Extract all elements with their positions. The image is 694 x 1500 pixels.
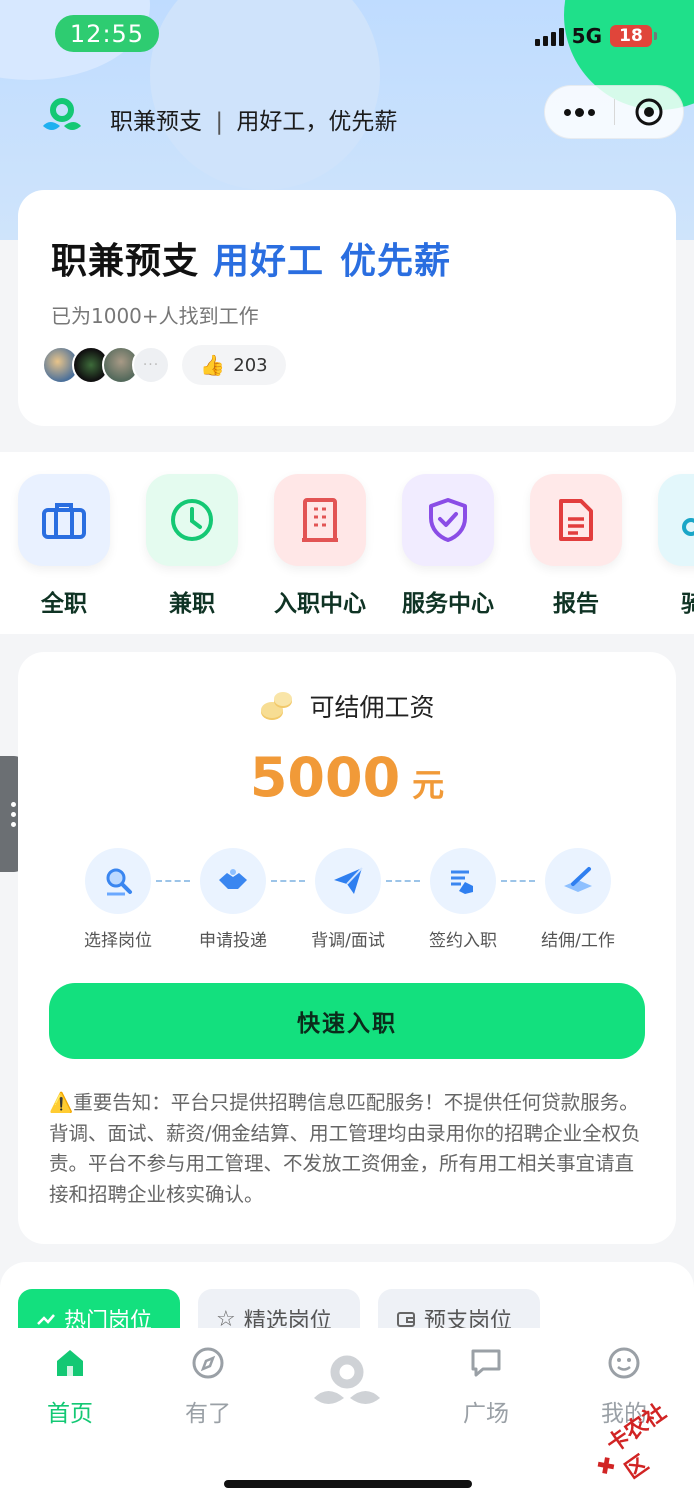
nav-title: 职兼预支 | 用好工，优先薪 [110,102,397,136]
nav-home[interactable]: 首页 [20,1346,120,1428]
more-dots-icon [563,107,595,117]
chat-icon [436,1346,536,1380]
status-time: 12:55 [55,15,159,52]
center-logo-icon[interactable] [310,1350,384,1414]
pen-board-icon [545,848,611,914]
hero-card: 职兼预支 用好工 优先薪 已为1000+人找到工作 ··· 👍 203 [18,190,676,426]
step-label: 选择岗位 [84,931,152,951]
hero-title-accent-1: 用好工 [213,241,325,282]
smile-icon [574,1346,674,1380]
target-close-icon [635,98,663,126]
salary-title: 可结佣工资 [18,688,676,724]
nav-divider: | [215,109,224,135]
category-label: 全职 [41,591,87,617]
category-onboarding-center[interactable]: 入职中心 [274,474,366,618]
battery-icon: 18 [610,25,657,47]
category-label: 报告 [553,591,599,617]
shield-check-icon [402,474,494,566]
rider-icon [658,474,694,566]
more-button[interactable] [545,86,614,138]
salary-title-text: 可结佣工资 [309,693,435,722]
process-steps: 选择岗位 申请投递 背调/面试 签约入职 结佣/工作 [58,848,648,958]
nav-app-name: 职兼预支 [110,109,202,135]
nav-plaza[interactable]: 广场 [436,1346,536,1428]
trending-icon [37,1314,55,1325]
like-button[interactable]: 👍 203 [182,345,286,385]
step-label: 申请投递 [199,931,267,951]
step-sign: 签约入职 [403,848,523,951]
home-indicator [224,1480,472,1488]
salary-card: 可结佣工资 5000 元 选择岗位 申请投递 背调/面试 签约入职 结佣/工作 … [18,652,676,1244]
nav-label: 有了 [185,1401,231,1427]
like-count: 203 [233,354,268,376]
hero-title: 职兼预支 用好工 优先薪 [51,232,451,284]
quick-onboard-button[interactable]: 快速入职 [49,983,645,1059]
step-label: 结佣/工作 [541,931,615,951]
step-interview: 背调/面试 [288,848,408,951]
paper-plane-icon [315,848,381,914]
step-work: 结佣/工作 [518,848,638,951]
document-icon [530,474,622,566]
hero-title-accent-2: 优先薪 [340,241,452,282]
important-notice: ⚠️重要告知：平台只提供招聘信息匹配服务！不提供任何贷款服务。背调、面试、薪资/… [49,1091,641,1206]
nav-slogan: 用好工，优先薪 [236,109,398,135]
step-label: 签约入职 [429,931,497,951]
category-report[interactable]: 报告 [530,474,622,618]
network-type: 5G [571,24,602,48]
status-indicators: 5G 18 [534,24,657,48]
thumbs-up-icon: 👍 [200,353,226,377]
salary-amount-value: 5000 [249,746,401,809]
user-avatars: ··· [42,346,170,384]
close-miniprogram-button[interactable] [615,86,684,138]
category-label: 入职中心 [274,591,366,617]
salary-amount: 5000 元 [18,746,676,809]
search-person-icon [85,848,151,914]
miniprogram-capsule [544,85,684,139]
clock-icon [146,474,238,566]
category-label: 骑手 [681,591,694,617]
sign-icon [430,848,496,914]
step-apply: 申请投递 [173,848,293,951]
signal-icon [534,26,564,46]
building-icon [274,474,366,566]
more-avatars: ··· [132,346,170,384]
home-icon [20,1346,120,1380]
category-parttime[interactable]: 兼职 [146,474,238,618]
wallet-icon [397,1312,415,1327]
category-service-center[interactable]: 服务中心 [402,474,494,618]
category-fulltime[interactable]: 全职 [18,474,110,618]
hero-title-main: 职兼预支 [51,241,200,282]
app-logo-icon [43,98,81,130]
nav-label: 广场 [463,1401,509,1427]
category-label: 兼职 [169,591,215,617]
coins-icon [261,692,293,720]
category-row: 全职 兼职 入职中心 服务中心 报告 骑手 [0,452,694,634]
briefcase-icon [18,474,110,566]
compass-icon [158,1346,258,1380]
category-label: 服务中心 [402,591,494,617]
handshake-icon [200,848,266,914]
step-label: 背调/面试 [311,931,385,951]
nav-youle[interactable]: 有了 [158,1346,258,1428]
salary-amount-unit: 元 [412,766,445,804]
step-select-position: 选择岗位 [58,848,178,951]
hero-subtitle: 已为1000+人找到工作 [51,304,259,328]
category-rider[interactable]: 骑手 [658,474,694,618]
nav-label: 首页 [47,1401,93,1427]
bottom-navigation: 首页 有了 广场 我的 [0,1328,694,1500]
